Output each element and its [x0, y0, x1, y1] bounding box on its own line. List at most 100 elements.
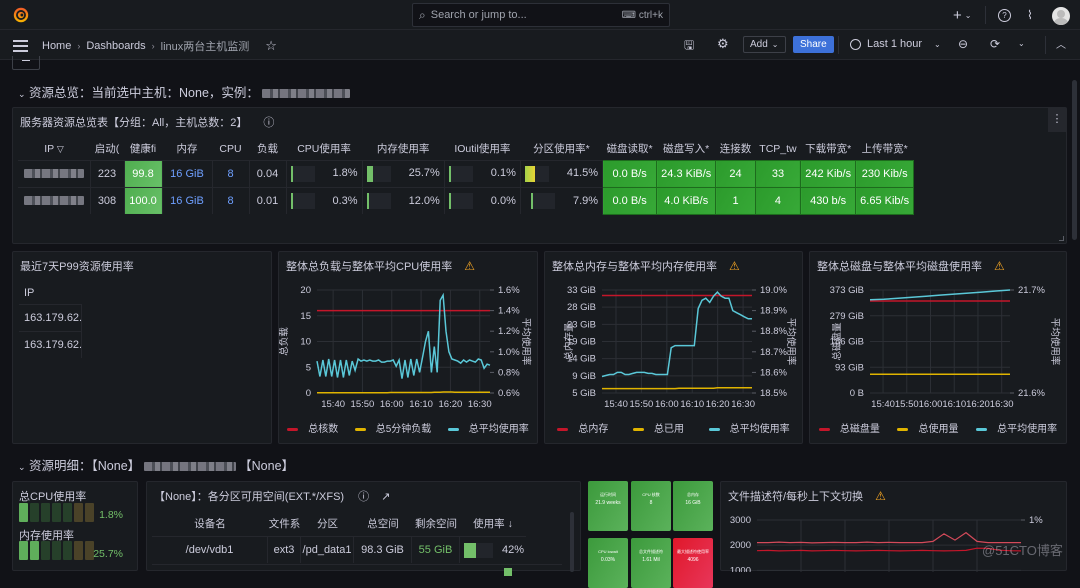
news-button[interactable]: ⌇ [1027, 5, 1033, 25]
search-input[interactable]: ⌕ Search or jump to... ⌨ ctrl+k [412, 3, 670, 27]
plus-icon: + [953, 6, 962, 24]
legend-item[interactable]: 总内存 [557, 420, 608, 435]
breadcrumb: Home › Dashboards › linux两台主机监测 ☆ [42, 38, 277, 54]
usage-bar [464, 543, 477, 558]
y2-tick-label: 18.8% [760, 326, 787, 337]
cell-load: 0.01 [249, 186, 287, 214]
usage-bar [290, 165, 315, 182]
add-button[interactable]: Add ⌄ [743, 36, 786, 53]
column-header[interactable]: CPU使用率 [286, 138, 362, 160]
stat-tile[interactable]: 运行时间 21.9 weeks [588, 481, 628, 531]
grafana-logo-icon[interactable] [12, 6, 30, 24]
column-header-usage[interactable]: 使用率 ↓ [460, 516, 526, 531]
column-header-ip[interactable]: IP ▽ [18, 138, 90, 160]
cell-upload: 230 Kib/s [855, 159, 915, 188]
y2-tick-label: 1.6% [498, 285, 520, 296]
clock-icon [850, 38, 861, 50]
info-icon[interactable]: ⓘ [263, 117, 274, 129]
external-link-icon[interactable]: ↗ [381, 491, 390, 503]
star-icon[interactable]: ☆ [265, 38, 277, 54]
p99-panel: 最近7天P99资源使用率 IP 163.179.62.8 163.179.62.… [12, 251, 272, 444]
x-tick-label: 15:50 [895, 399, 919, 410]
column-header[interactable]: CPU [212, 138, 249, 160]
save-icon[interactable]: 🖫 [684, 39, 694, 51]
column-header[interactable]: 剩余空间 [412, 516, 460, 531]
column-header[interactable]: 负载 [249, 138, 286, 160]
filter-icon[interactable]: ▽ [57, 144, 64, 154]
row-detail-title[interactable]: ⌄ 资源明细：【None】 【None】 [18, 455, 294, 474]
gear-icon[interactable]: ⚙ [717, 37, 729, 50]
stat-tile[interactable]: 总内存 16 GiB [673, 481, 713, 531]
info-icon[interactable]: ⓘ [358, 491, 369, 503]
gauge-segment [74, 541, 83, 560]
column-header[interactable]: 磁盘写入* [657, 138, 716, 160]
share-button[interactable]: Share [793, 36, 834, 53]
column-header[interactable]: 内存 [162, 138, 212, 160]
page-scrollbar[interactable] [1072, 80, 1077, 240]
column-header[interactable]: 总空间 [354, 516, 412, 531]
stat-tile[interactable]: CPU 核数 8 [631, 481, 671, 531]
table-scrollbar[interactable] [570, 512, 574, 572]
stat-label: 总文件描述符 [639, 549, 663, 554]
legend-item[interactable]: 总使用量 [897, 420, 958, 435]
chart-svg: 5 GiB9 GiB14 GiB19 GiB23 GiB28 GiB33 GiB… [563, 285, 797, 410]
table-cell-ip: 163.179.62.8 [19, 304, 81, 331]
breadcrumb-dashboards[interactable]: Dashboards [86, 40, 145, 52]
legend-item[interactable]: 总平均使用率 [447, 420, 529, 435]
column-header-ip[interactable]: IP [24, 287, 34, 299]
x-tick-label: 15:50 [351, 399, 375, 410]
column-header[interactable]: 下载带宽* [801, 138, 856, 160]
legend-item[interactable]: 总平均使用率 [708, 420, 790, 435]
column-header[interactable]: 磁盘读取* [603, 138, 657, 160]
legend-label: 总核数 [308, 424, 339, 435]
breadcrumb-home[interactable]: Home [42, 40, 71, 52]
row-overview-title[interactable]: ⌄ 资源总览：当前选中主机：None，实例： [18, 82, 351, 101]
share-label: Share [800, 39, 827, 50]
stat-tile[interactable]: CPU iowait 0.03% [588, 538, 628, 588]
column-header[interactable]: TCP_tw [755, 138, 800, 160]
y2-tick-label: 18.7% [760, 347, 787, 358]
legend-item[interactable]: 总已用 [632, 420, 684, 435]
column-header[interactable]: 连接数 [716, 138, 756, 160]
legend-swatch [447, 427, 459, 431]
legend-item[interactable]: 总平均使用率 [976, 420, 1057, 435]
y-axis-label: 总磁盘量 [831, 322, 843, 361]
refresh-icon[interactable]: ⟳ [990, 38, 1000, 50]
column-header[interactable]: 分区 [301, 516, 354, 531]
panel-menu-icon[interactable]: ⋮ [1048, 108, 1066, 132]
help-button[interactable]: ? [998, 5, 1011, 25]
y-tick-label: 2000 [730, 540, 751, 551]
column-header[interactable]: 分区使用率* [520, 138, 602, 160]
column-header[interactable]: IOutil使用率 [444, 138, 520, 160]
column-header[interactable]: 设备名 [152, 516, 268, 531]
legend-item[interactable]: 总磁盘量 [818, 420, 880, 435]
legend-label: 总已用 [653, 424, 684, 435]
menu-icon[interactable] [13, 40, 28, 52]
gauge-segment [30, 503, 39, 522]
cell-download: 242 Kib/s [800, 159, 857, 188]
legend-swatch [708, 427, 720, 431]
chevron-down-icon: ⌄ [771, 40, 779, 49]
column-header[interactable]: 健康fi [124, 138, 162, 160]
column-header[interactable]: 启动( [90, 138, 124, 160]
avatar[interactable] [1052, 6, 1070, 26]
zoom-out-icon[interactable]: ⊖ [958, 38, 968, 50]
chart-svg: 0 5 10 15 20 0.6% 0.8% 1.0% 1.2% 1.4% 1.6% 15:40 15:… [279, 285, 532, 410]
refresh-interval-chevron-icon[interactable]: ⌄ [1018, 38, 1025, 50]
cell-total: 98.3 GiB [354, 537, 412, 563]
time-range-picker[interactable]: Last 1 hour ⌄ [850, 38, 941, 50]
cell-cpu-usage: 0.3% [286, 186, 363, 214]
resize-handle-icon[interactable] [1059, 236, 1064, 241]
stat-tile[interactable]: 总文件描述符 1.61 Mil [631, 538, 671, 588]
chevron-up-icon[interactable]: ︿ [1056, 40, 1066, 52]
column-header[interactable]: 文件系 [268, 516, 301, 531]
panel-title-text: 【None】：各分区可用空间(EXT.*/XFS) [154, 491, 345, 503]
y-axis-label: 总内存量 [563, 322, 575, 361]
column-header[interactable]: 上传带宽* [856, 138, 914, 160]
legend-item[interactable]: 总核数 [287, 420, 338, 435]
new-menu-button[interactable]: + ⌄ [953, 5, 971, 25]
stat-tile[interactable]: 最大描述符使用率 4096 [673, 538, 713, 588]
column-header[interactable]: 内存使用率 [362, 138, 444, 160]
legend-item[interactable]: 总5分钟负载 [354, 420, 431, 435]
collapsed-panel-handle[interactable] [12, 56, 40, 70]
